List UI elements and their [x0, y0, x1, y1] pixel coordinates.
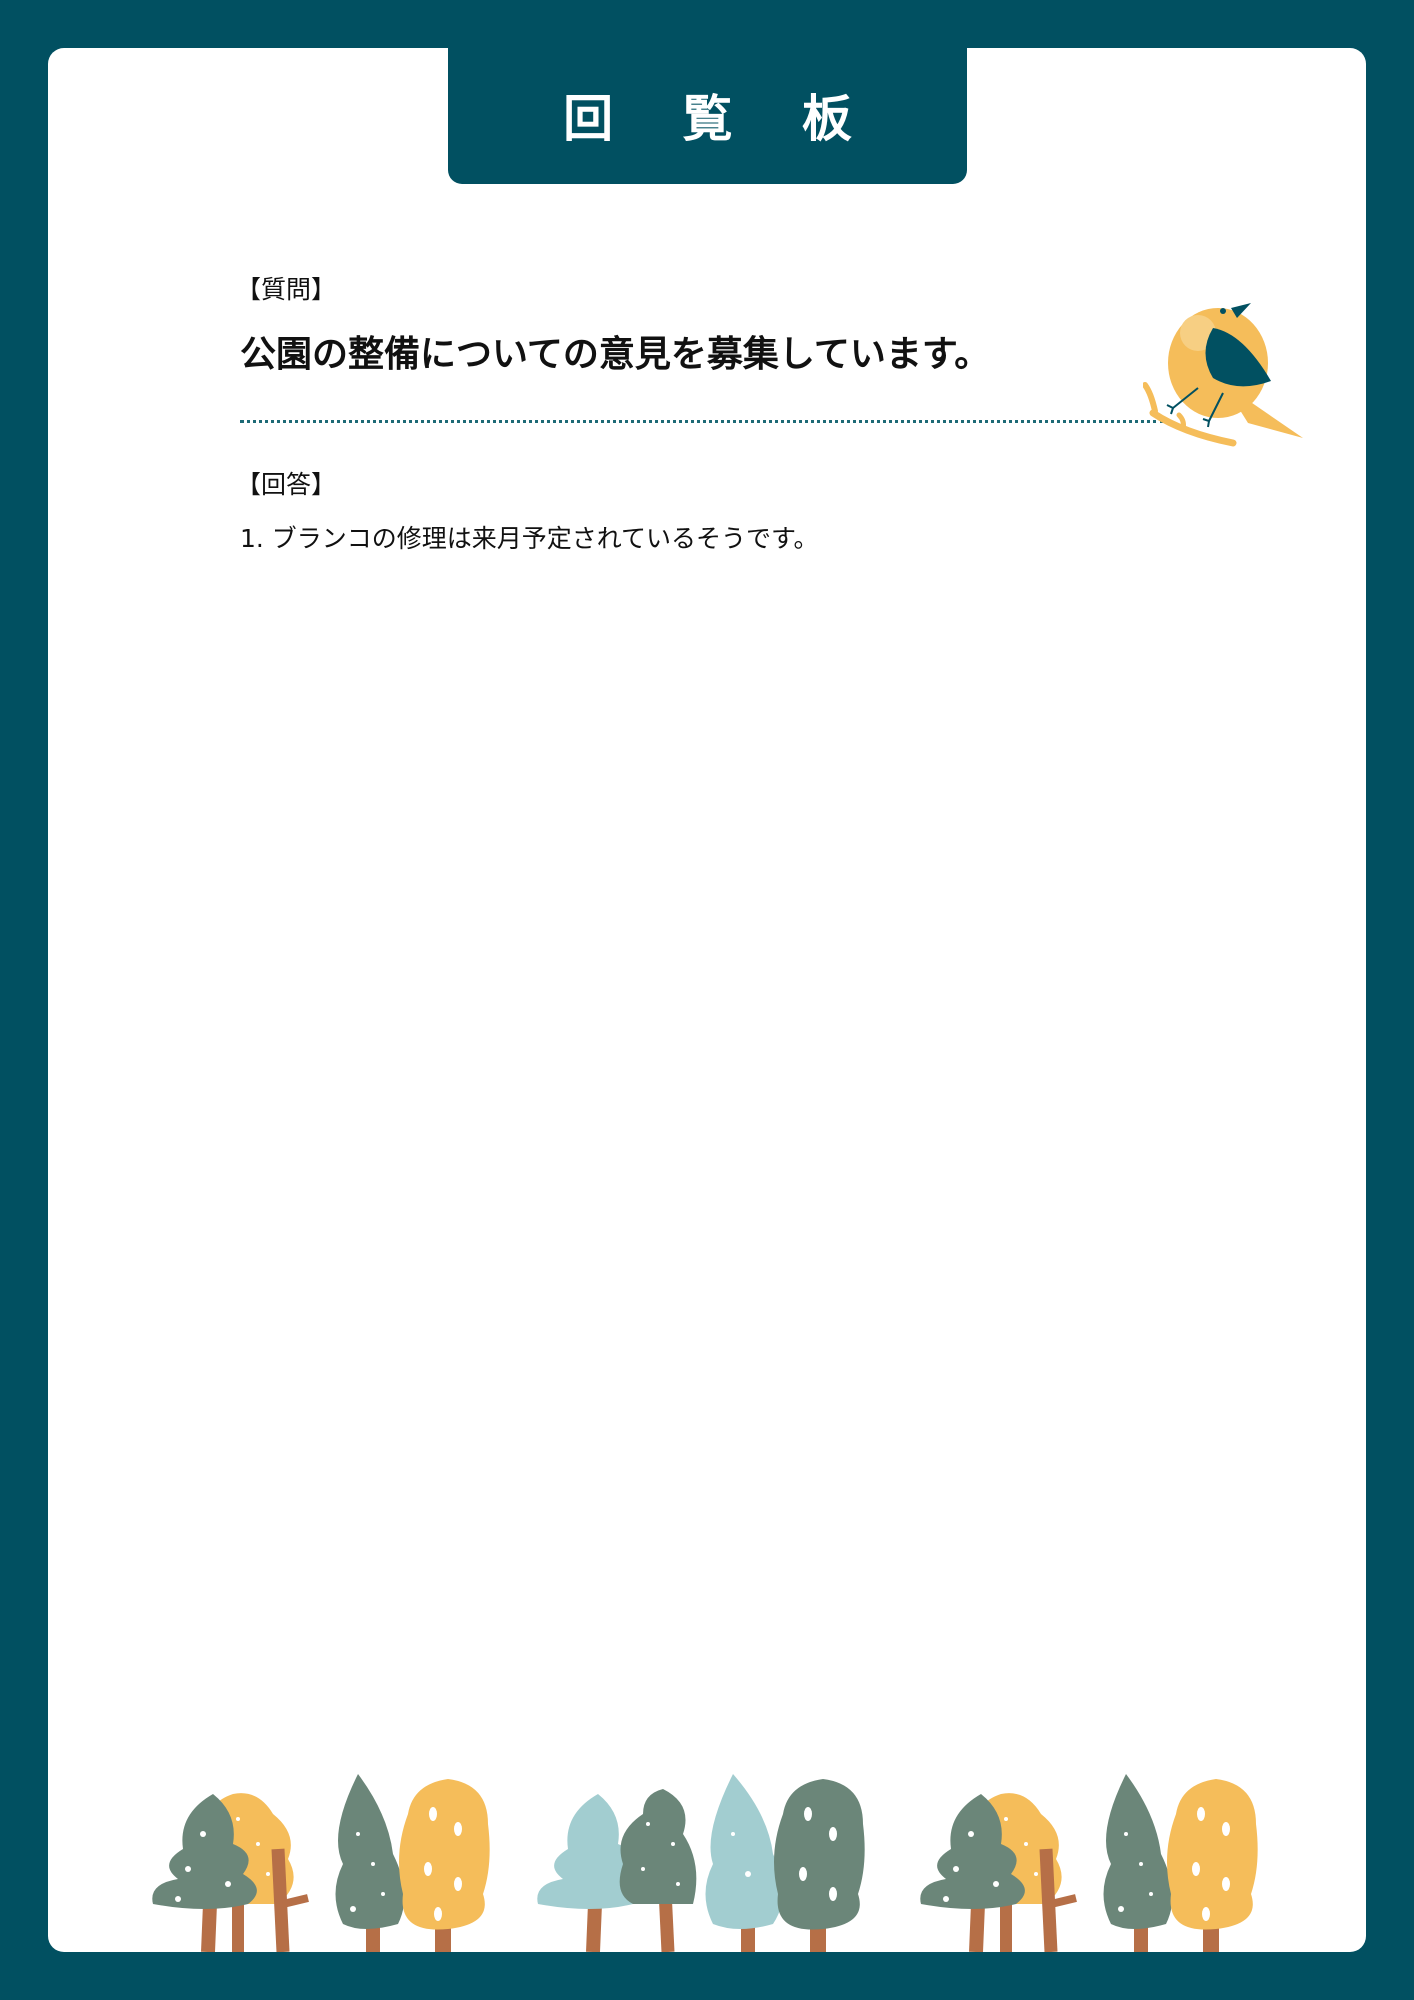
answer-item: 1. ブランコの修理は来月予定されているそうです。 [240, 524, 819, 553]
answer-label: 【回答】 [236, 470, 337, 499]
page-title: 回 覧 板 [563, 90, 878, 148]
forest-trees-illustration [48, 1774, 1366, 1952]
title-tab: 回 覧 板 [448, 46, 967, 184]
bird-icon [1143, 303, 1303, 447]
question-text: 公園の整備についての意見を募集しています。 [240, 334, 991, 375]
question-label: 【質問】 [236, 275, 337, 304]
dotted-divider [240, 420, 1164, 423]
circular-board-sheet: 回 覧 板 【質問】 公園の整備についての意見を募集しています。 【回答】 1.… [48, 46, 1366, 1952]
